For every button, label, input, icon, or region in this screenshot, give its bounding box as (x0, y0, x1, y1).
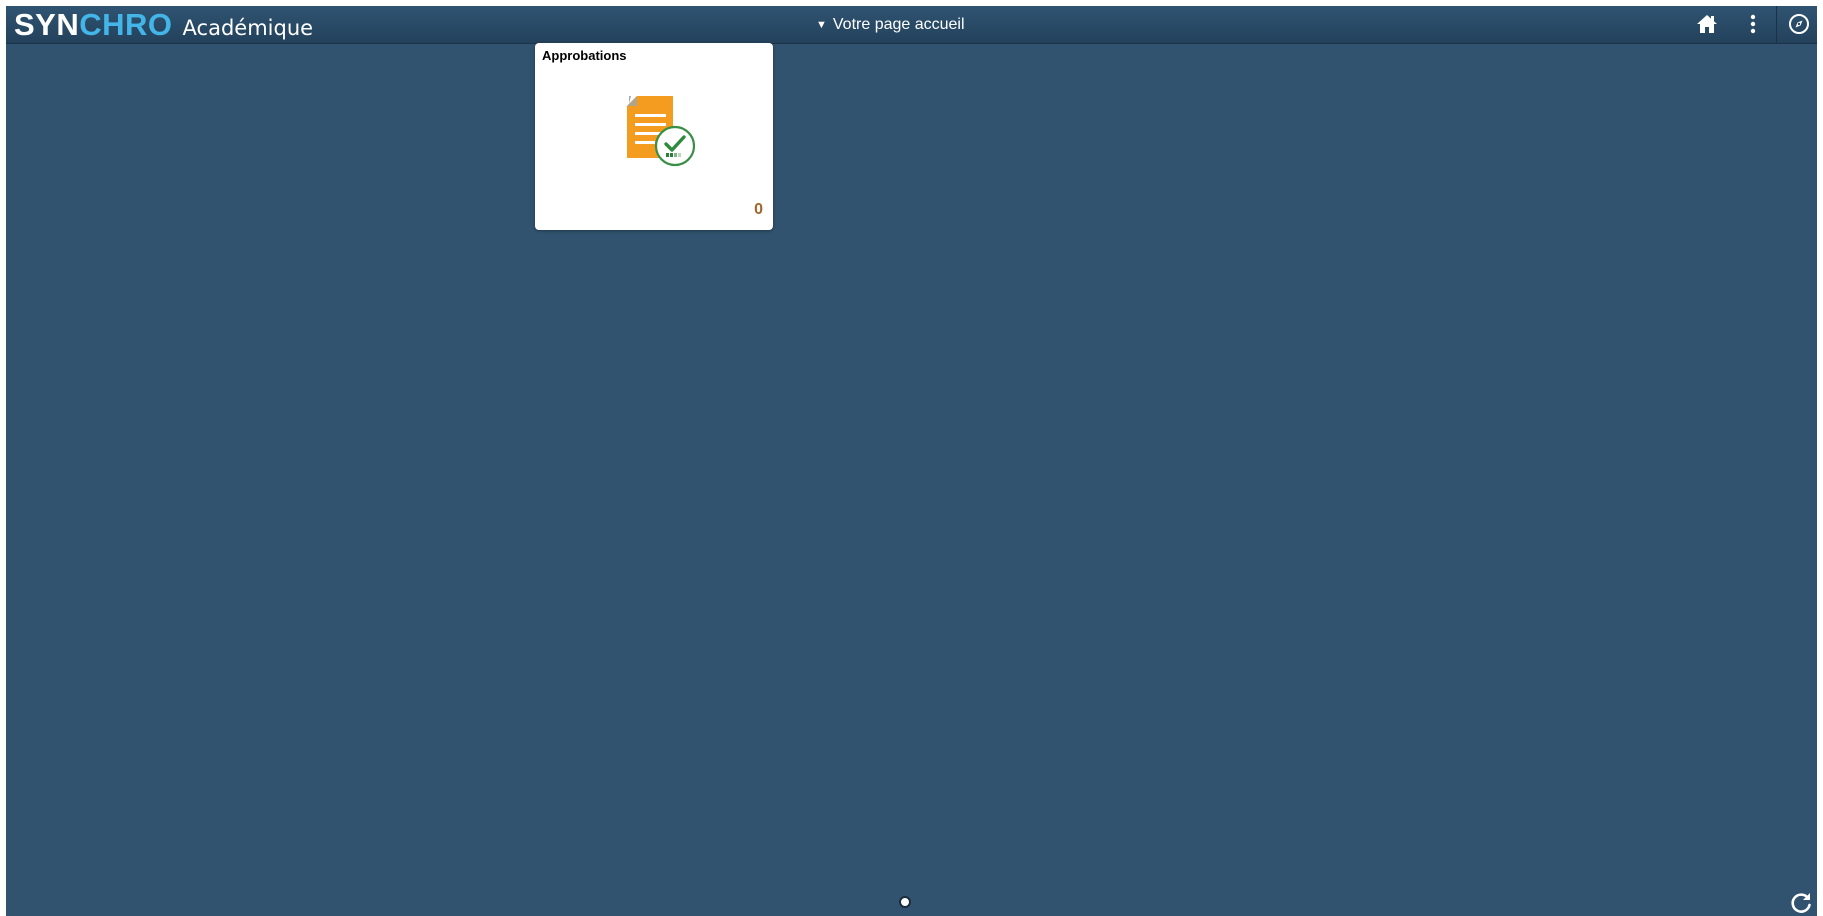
homepage-selector[interactable]: ▼ Votre page accueil (816, 6, 965, 43)
more-options-icon (1750, 14, 1756, 34)
home-button[interactable] (1695, 12, 1719, 36)
nav-divider (1776, 6, 1777, 43)
homepage-selector-label: Votre page accueil (832, 15, 965, 33)
caret-down-icon: ▼ (816, 18, 827, 31)
refresh-icon[interactable] (1789, 891, 1813, 915)
page-indicator-dot[interactable] (899, 896, 911, 908)
navigator-button[interactable] (1787, 12, 1811, 36)
brand-main: SYNCHRO (14, 7, 173, 42)
homepage-frame: SYNCHRO Académique ▼ Votre page accueil (6, 6, 1817, 916)
navigator-icon (1789, 14, 1809, 34)
tile-title: Approbations (542, 48, 627, 63)
approbations-tile[interactable]: Approbations 0 (535, 43, 773, 230)
brand-subtitle: Académique (182, 16, 314, 40)
approvals-document-check-icon (627, 96, 695, 167)
brand-logo: SYNCHRO Académique (14, 8, 313, 42)
home-icon (1697, 15, 1717, 33)
actions-menu-button[interactable] (1741, 12, 1765, 36)
tile-count: 0 (754, 201, 763, 218)
top-banner: SYNCHRO Académique ▼ Votre page accueil (6, 6, 1817, 44)
